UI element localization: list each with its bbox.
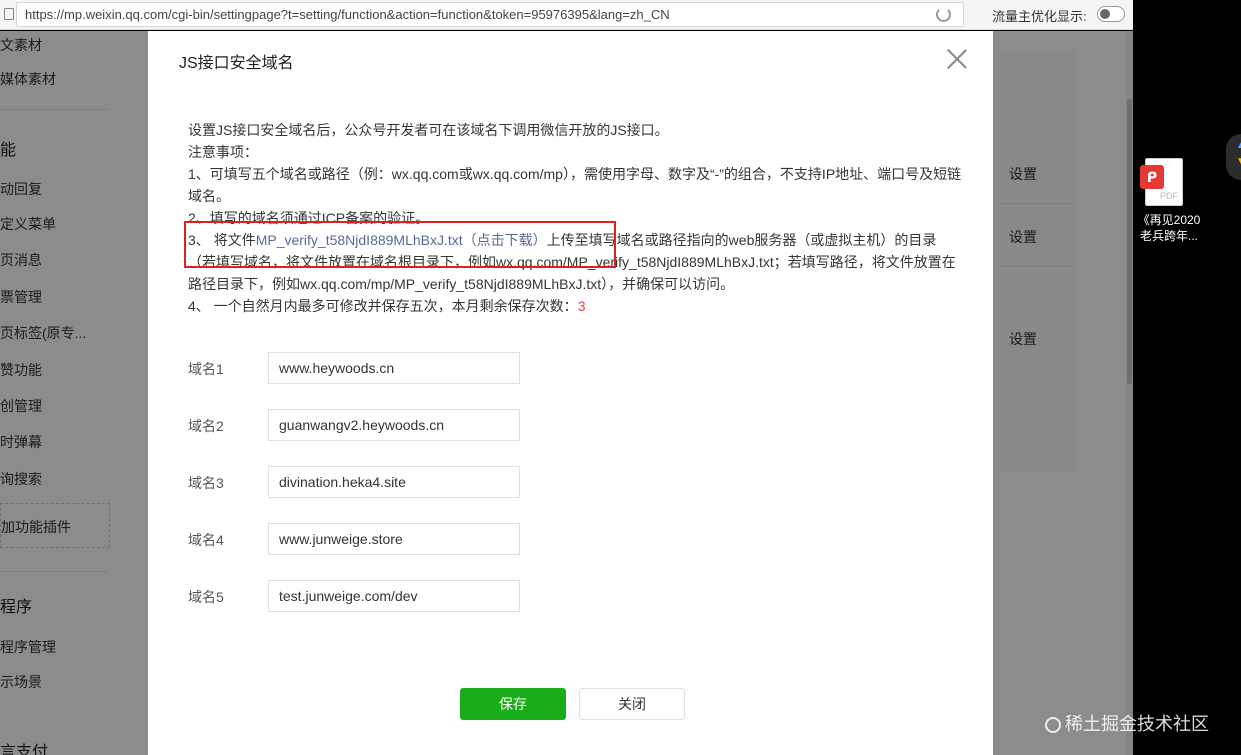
watermark-text: 稀土掘金技术社区 xyxy=(1065,714,1209,734)
domain-4-input[interactable] xyxy=(268,523,520,555)
notes-item-4: 4、 一个自然月内最多可修改并保存五次，本月剩余保存次数：3 xyxy=(188,295,963,317)
save-button[interactable]: 保存 xyxy=(460,688,566,720)
watermark-logo-icon xyxy=(1045,717,1061,734)
notes-item-1: 1、可填写五个域名或路径（例：wx.qq.com或wx.qq.com/mp），需… xyxy=(188,166,962,204)
domain-2-input[interactable] xyxy=(268,409,520,441)
domain-1-input[interactable] xyxy=(268,352,520,384)
notes-item-4-prefix: 4、 一个自然月内最多可修改并保存五次，本月剩余保存次数： xyxy=(188,298,578,314)
traffic-optimization-label: 流量主优化显示: xyxy=(992,9,1087,24)
traffic-optimization-toggle[interactable] xyxy=(1097,6,1125,22)
domain-2-label: 域名2 xyxy=(188,418,224,434)
dialog-title: JS接口安全域名 xyxy=(179,55,294,72)
arrow-up-icon: ▲ xyxy=(1236,140,1241,151)
domain-5-input[interactable] xyxy=(268,580,520,612)
close-icon[interactable] xyxy=(946,48,968,70)
arrow-down-icon: ▼ xyxy=(1236,156,1241,167)
notes-heading: 注意事项： xyxy=(188,144,258,160)
pdf-type-label: PDF xyxy=(1160,191,1178,201)
js-domain-dialog: JS接口安全域名 设置JS接口安全域名后，公众号开发者可在该域名下调用微信开放的… xyxy=(148,31,993,755)
domain-5-label: 域名5 xyxy=(188,589,224,605)
pdf-badge-icon: ᑭ xyxy=(1140,165,1164,189)
desktop-widget[interactable]: ▲ ▼ xyxy=(1226,134,1241,180)
url-text: https://mp.weixin.qq.com/cgi-bin/setting… xyxy=(25,7,670,22)
page-icon xyxy=(4,8,14,20)
browser-address-bar: https://mp.weixin.qq.com/cgi-bin/setting… xyxy=(0,0,1133,30)
close-button[interactable]: 关闭 xyxy=(579,688,685,720)
remaining-save-count: 3 xyxy=(577,298,586,314)
domain-4-label: 域名4 xyxy=(188,532,224,548)
domain-3-input[interactable] xyxy=(268,466,520,498)
domain-1-label: 域名1 xyxy=(188,361,224,377)
pdf-file-icon: ᑭ PDF xyxy=(1140,158,1183,206)
highlight-annotation xyxy=(184,221,616,268)
notes-intro: 设置JS接口安全域名后，公众号开发者可在该域名下调用微信开放的JS接口。 xyxy=(188,122,669,138)
reload-icon[interactable] xyxy=(936,7,951,22)
desktop-file-name: 《再见2020 老兵跨年... xyxy=(1137,213,1201,243)
dialog-notes: 设置JS接口安全域名后，公众号开发者可在该域名下调用微信开放的JS接口。 注意事… xyxy=(188,119,963,317)
watermark: 稀土掘金技术社区 xyxy=(1045,710,1209,736)
domain-3-label: 域名3 xyxy=(188,475,224,491)
url-input[interactable]: https://mp.weixin.qq.com/cgi-bin/setting… xyxy=(16,2,964,27)
